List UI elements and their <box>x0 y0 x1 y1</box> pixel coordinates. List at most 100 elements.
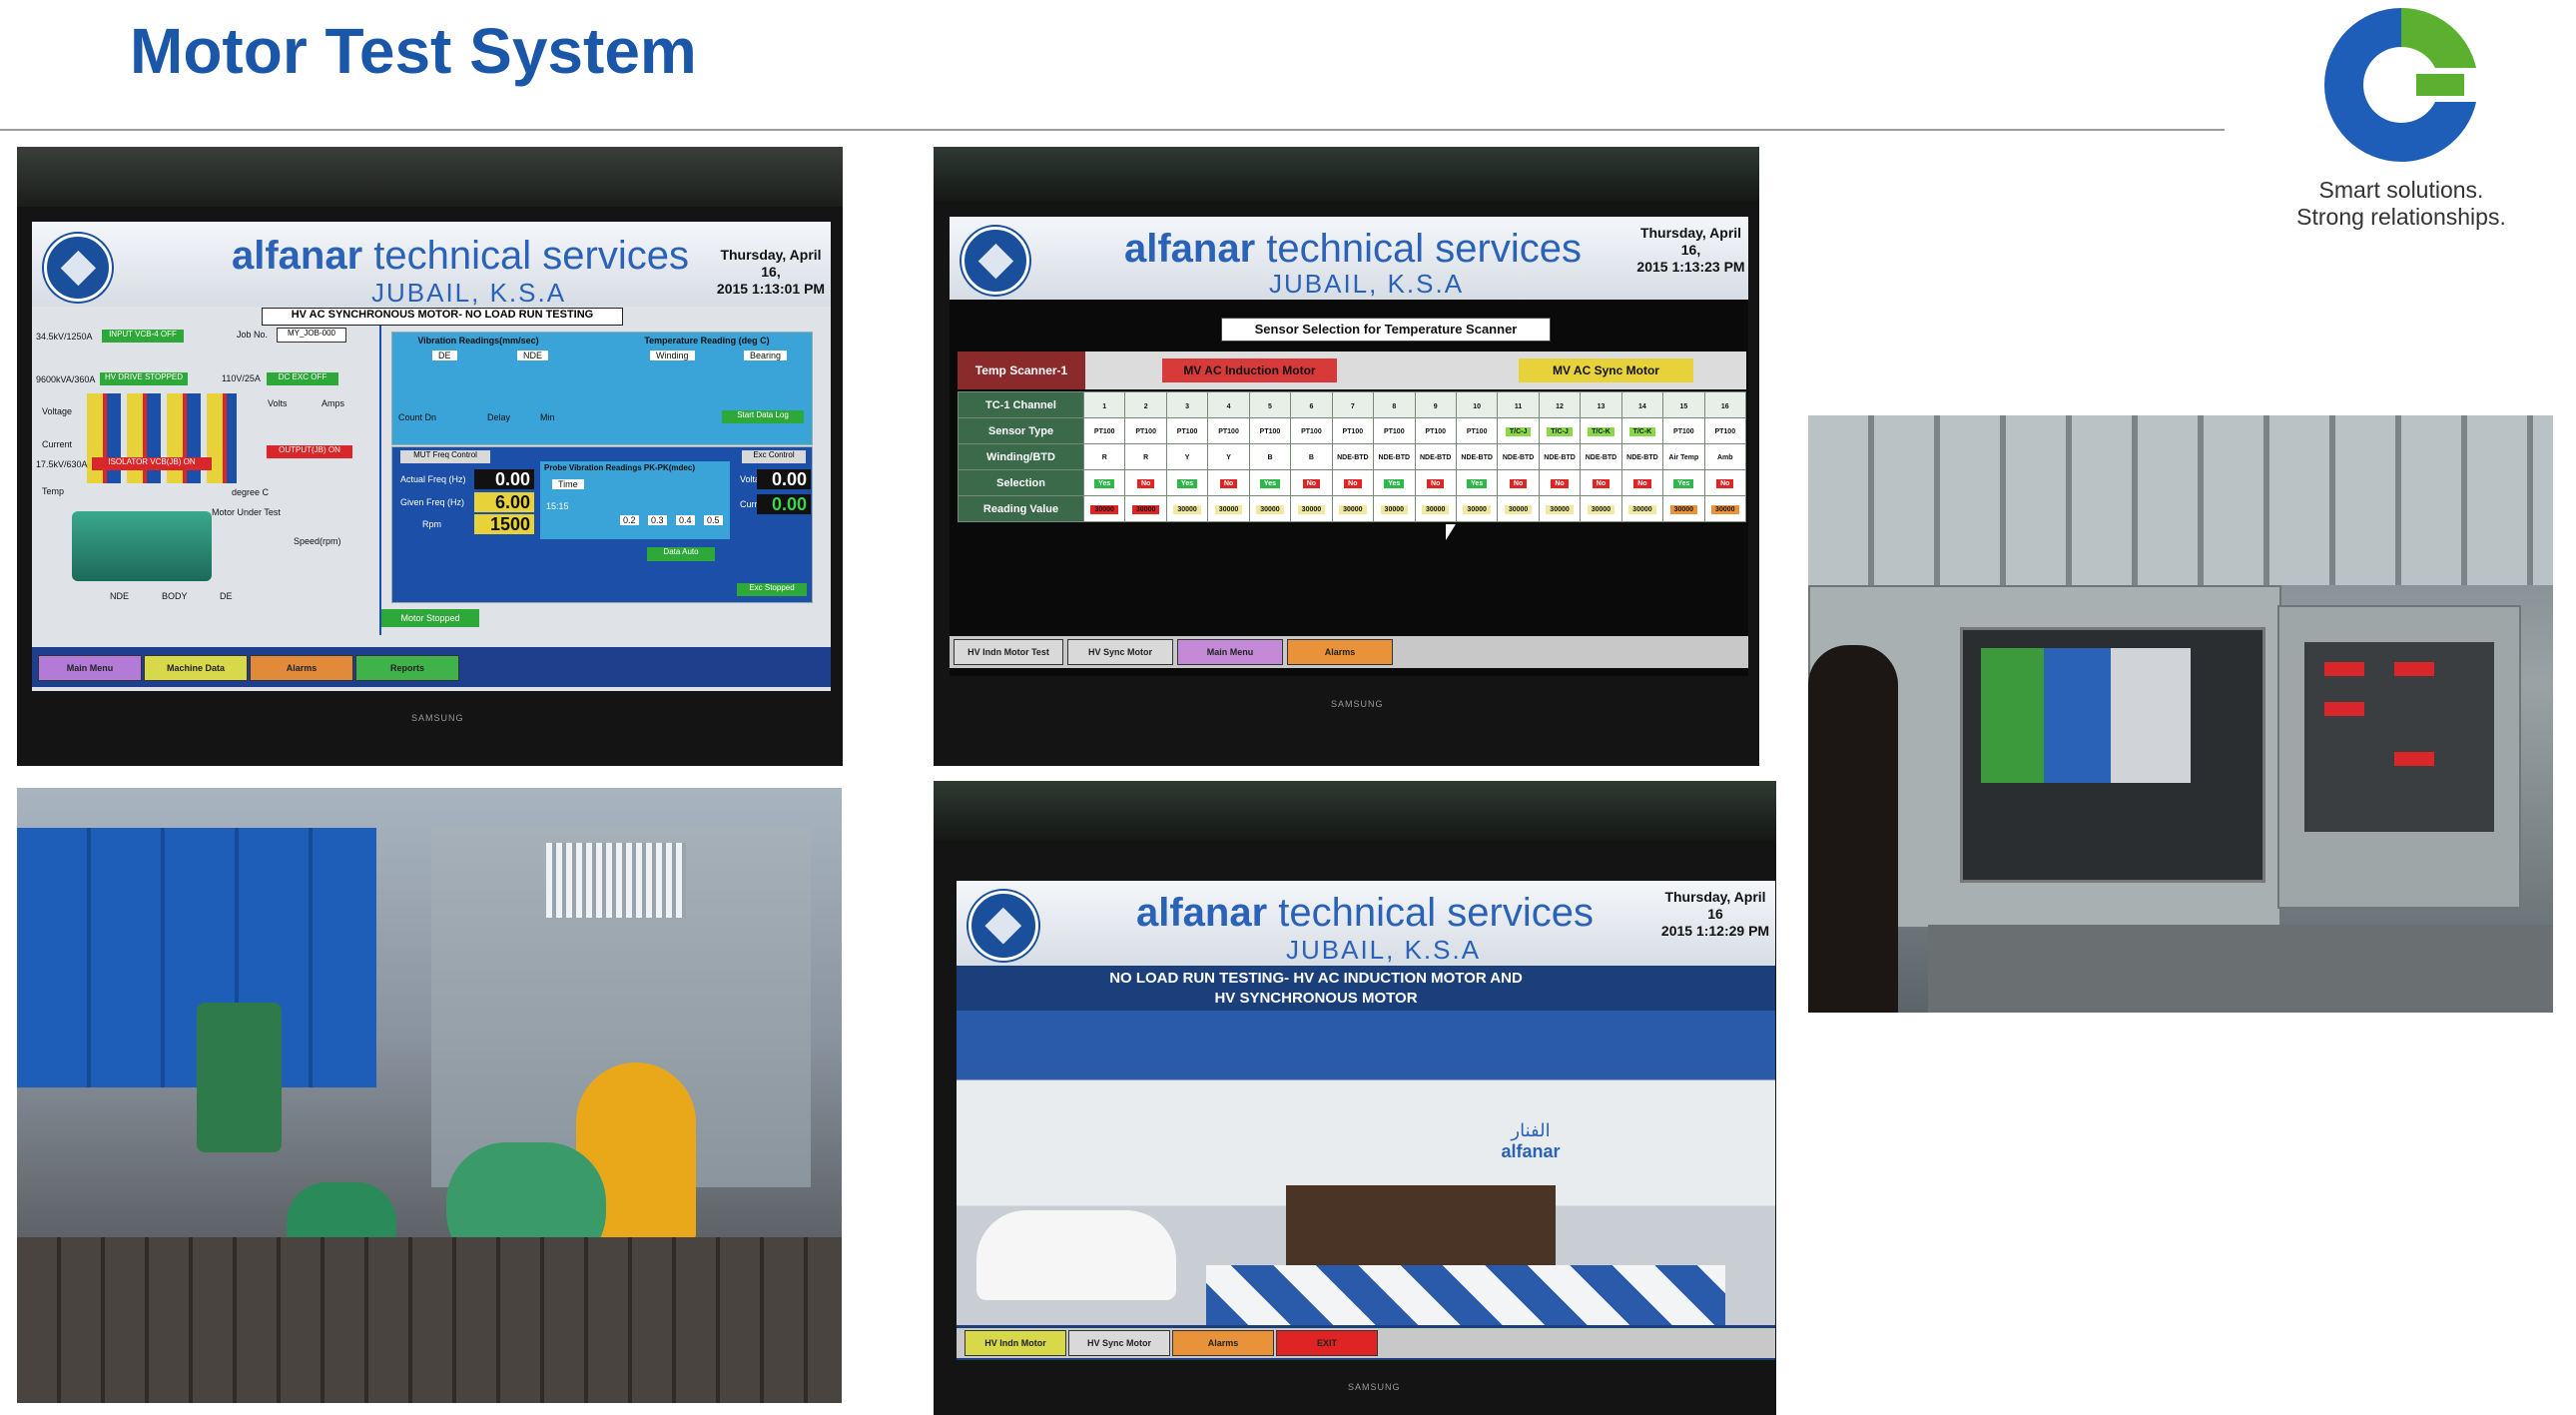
cell-value: B <box>1267 453 1273 461</box>
table-cell[interactable]: Yes <box>1248 469 1292 496</box>
photo-control-desk <box>1808 415 2553 1013</box>
table-cell: T/C-J <box>1497 417 1540 444</box>
meter-readout-4 <box>2394 752 2434 766</box>
temperature-panel-title: Temperature Reading (deg C) <box>644 336 770 346</box>
table-cell[interactable]: No <box>1290 469 1333 496</box>
nav-main-menu[interactable]: Main Menu <box>1177 639 1283 665</box>
selection-toggle[interactable]: No <box>1716 478 1734 488</box>
screen-heading: HV AC SYNCHRONOUS MOTOR- NO LOAD RUN TES… <box>262 308 623 326</box>
selection-toggle[interactable]: No <box>1509 478 1528 488</box>
table-cell: 1 <box>1082 391 1126 418</box>
photo-hmi-landing: alfanar technical services JUBAIL, K.S.A… <box>934 781 1776 1415</box>
cell-value: 30000 <box>1090 504 1118 514</box>
nav-machine-data[interactable]: Machine Data <box>144 655 248 681</box>
table-cell[interactable]: Yes <box>1165 469 1209 496</box>
table-cell: PT100 <box>1373 417 1416 444</box>
winding-label: Winding <box>650 351 695 360</box>
lobby-sign: الفنار alfanar <box>1456 1120 1606 1170</box>
probe-panel: Probe Vibration Readings PK-PK(mdec) Tim… <box>540 461 730 539</box>
table-cell[interactable]: No <box>1414 469 1457 496</box>
selection-toggle[interactable]: No <box>1302 478 1321 488</box>
selection-toggle[interactable]: No <box>1219 478 1238 488</box>
motor-graphic <box>72 511 212 581</box>
selection-toggle[interactable]: Yes <box>1467 478 1488 488</box>
hv-drive-badge: HV DRIVE STOPPED <box>100 372 188 385</box>
freq-control-panel: MUT Freq Control Exc Control Actual Freq… <box>391 446 813 603</box>
brand-rest: technical services <box>373 234 689 278</box>
start-data-log-button[interactable]: Start Data Log <box>722 410 804 423</box>
selection-toggle[interactable]: Yes <box>1384 478 1405 488</box>
nav-hv-sync-motor[interactable]: HV Sync Motor <box>1067 639 1173 665</box>
table-cell[interactable]: No <box>1580 469 1622 496</box>
table-cell[interactable]: No <box>1538 469 1582 496</box>
table-cell[interactable]: Yes <box>1082 469 1126 496</box>
table-cell: 6 <box>1290 391 1333 418</box>
table-cell[interactable]: No <box>1331 469 1375 496</box>
nav-exit[interactable]: EXIT <box>1276 1330 1378 1356</box>
readings-panel: Vibration Readings(mm/sec) Temperature R… <box>391 332 813 445</box>
nav-hv-indn-motor[interactable]: HV Indn Motor <box>965 1330 1066 1356</box>
rating-2: 9600kVA/360A <box>36 374 96 384</box>
table-cell[interactable]: Yes <box>1662 469 1705 496</box>
rating-1: 34.5kV/1250A <box>36 332 93 342</box>
cell-value: 16 <box>1720 402 1729 410</box>
table-header-band: Temp Scanner-1 MV AC Induction Motor MV … <box>958 352 1746 389</box>
cell-value: R <box>1143 453 1149 461</box>
table-cell[interactable]: Yes <box>1373 469 1416 496</box>
table-cell: 30000 <box>1620 495 1664 522</box>
table-cell: NDE-BTD <box>1414 443 1457 470</box>
table-cell[interactable]: No <box>1620 469 1664 496</box>
meter-readout-2 <box>2394 662 2434 676</box>
nav-alarms[interactable]: Alarms <box>1172 1330 1274 1356</box>
table-cell[interactable]: No <box>1124 469 1167 496</box>
probe-value-4: 0.5 <box>704 515 723 525</box>
nav-hv-sync-motor[interactable]: HV Sync Motor <box>1068 1330 1170 1356</box>
count-dn-label: Count Dn <box>398 412 437 422</box>
selection-toggle[interactable]: No <box>1427 478 1445 488</box>
nav-alarms[interactable]: Alarms <box>250 655 353 681</box>
table-cell[interactable]: Yes <box>1455 469 1499 496</box>
cell-value: 30000 <box>1131 504 1160 514</box>
cabinet-hmi-display <box>1981 648 2191 783</box>
cell-value: NDE-BTD <box>1585 453 1617 461</box>
table-cell[interactable]: No <box>1703 469 1747 496</box>
nav-hv-indn-motor-test[interactable]: HV Indn Motor Test <box>954 639 1063 665</box>
table-cell[interactable]: No <box>1497 469 1540 496</box>
test-bed-plate <box>17 1237 842 1403</box>
selection-toggle[interactable]: Yes <box>1259 478 1280 488</box>
table-cell: NDE-BTD <box>1538 443 1582 470</box>
brand-bold: alfanar <box>1136 891 1268 935</box>
selection-toggle[interactable]: Yes <box>1094 478 1115 488</box>
cell-value: B <box>1308 453 1314 461</box>
probe-value-2: 0.3 <box>648 515 667 525</box>
selection-toggle[interactable]: No <box>1344 478 1362 488</box>
table-cell: 30000 <box>1248 495 1292 522</box>
brand-rest: technical services <box>1266 227 1582 271</box>
desk-surface <box>1928 925 2553 1013</box>
cell-value: 30000 <box>1711 504 1739 514</box>
rpm-value: 1500 <box>474 514 534 534</box>
selection-toggle[interactable]: No <box>1633 478 1651 488</box>
selection-toggle[interactable]: No <box>1136 478 1155 488</box>
nav-main-menu[interactable]: Main Menu <box>38 655 142 681</box>
cell-value: 30000 <box>1256 504 1284 514</box>
mv-sync-label: MV AC Sync Motor <box>1519 358 1693 382</box>
data-auto-button[interactable]: Data Auto <box>647 547 715 561</box>
degree-c-label: degree C <box>232 487 270 497</box>
nav-reports[interactable]: Reports <box>355 655 459 681</box>
cell-value: PT100 <box>1466 427 1488 435</box>
table-cell: 30000 <box>1455 495 1499 522</box>
table-cell: PT100 <box>1290 417 1333 444</box>
table-cell[interactable]: No <box>1207 469 1250 496</box>
selection-toggle[interactable]: Yes <box>1177 478 1198 488</box>
selection-toggle[interactable]: No <box>1551 478 1569 488</box>
row-label: Selection <box>958 469 1084 496</box>
nav-alarms[interactable]: Alarms <box>1287 639 1393 665</box>
given-freq-value[interactable]: 6.00 <box>474 492 534 512</box>
selection-toggle[interactable]: No <box>1592 478 1610 488</box>
exc-current-value: 0.00 <box>757 494 811 514</box>
table-cell: 12 <box>1538 391 1582 418</box>
meter-window <box>2304 642 2494 832</box>
vib-nde-label: NDE <box>517 351 549 360</box>
selection-toggle[interactable]: Yes <box>1673 478 1694 488</box>
